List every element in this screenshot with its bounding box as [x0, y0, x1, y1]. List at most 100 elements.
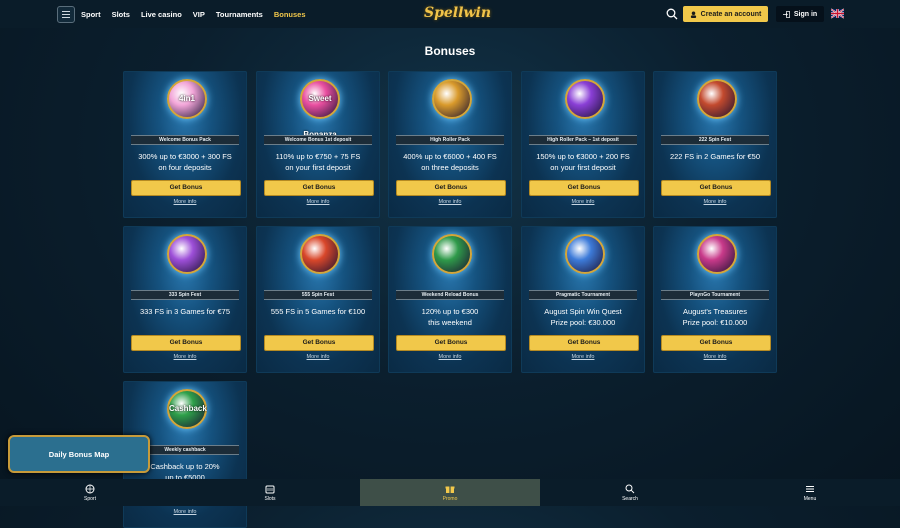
bonus-description: 120% up to €300 this weekend — [392, 306, 508, 328]
more-info-link[interactable]: More info — [256, 199, 380, 205]
bonus-description-line: this weekend — [428, 318, 472, 327]
bonus-orb-icon: Cashback — [167, 389, 207, 429]
sign-in-button[interactable]: Sign in — [776, 6, 824, 22]
get-bonus-button[interactable]: Get Bonus — [131, 180, 241, 196]
main-nav: Sport Slots Live casino VIP Tournaments … — [81, 0, 306, 28]
daily-bonus-map-button[interactable]: Daily Bonus Map — [8, 435, 150, 473]
bonus-orb-icon — [565, 79, 605, 119]
bonus-description: 400% up to €6000 + 400 FS on three deposi… — [392, 151, 508, 173]
bonus-tag: PlaynGo Tournament — [661, 290, 769, 300]
create-account-label: Create an account — [700, 10, 762, 18]
bonus-orb-icon — [167, 234, 207, 274]
more-info-link[interactable]: More info — [256, 354, 380, 360]
bonus-orb-icon — [697, 79, 737, 119]
bonus-description-line: 400% up to €6000 + 400 FS — [403, 152, 497, 161]
get-bonus-button[interactable]: Get Bonus — [529, 180, 639, 196]
search-icon — [625, 484, 635, 493]
bottom-nav-slots[interactable]: Slots — [180, 479, 360, 506]
get-bonus-button[interactable]: Get Bonus — [661, 180, 771, 196]
more-info-link[interactable]: More info — [123, 354, 247, 360]
orb-label — [434, 81, 470, 117]
bonus-card[interactable]: High Roller Pack 400% up to €6000 + 400 F… — [388, 71, 512, 218]
bonus-description-line: 555 FS in 5 Games for €100 — [270, 307, 366, 316]
bonus-description-line: 300% up to €3000 + 300 FS — [138, 152, 232, 161]
bonus-description: 110% up to €750 + 75 FS on your first dep… — [260, 151, 376, 173]
get-bonus-button[interactable]: Get Bonus — [264, 335, 374, 351]
bonus-tag: High Roller Pack – 1st deposit — [529, 135, 637, 145]
bottom-nav-label: Menu — [803, 495, 817, 502]
bonus-tag: Pragmatic Tournament — [529, 290, 637, 300]
bottom-nav-label: Slots — [264, 495, 276, 502]
bonus-description: 222 FS in 2 Games for €50 — [657, 151, 773, 162]
more-info-link[interactable]: More info — [653, 354, 777, 360]
bonus-card[interactable]: 333 Spin Fest 333 FS in 3 Games for €75 Ge… — [123, 226, 247, 373]
get-bonus-button[interactable]: Get Bonus — [396, 335, 506, 351]
bottom-nav-label: Sport — [84, 495, 96, 502]
bonus-card[interactable]: 222 Spin Fest 222 FS in 2 Games for €50 Ge… — [653, 71, 777, 218]
bonus-card[interactable]: Weekend Reload Bonus 120% up to €300 this … — [388, 226, 512, 373]
bonus-orb-icon: 4in1 — [167, 79, 207, 119]
nav-item-vip[interactable]: VIP — [193, 10, 205, 19]
bonus-description: 150% up to €3000 + 200 FS on your first d… — [525, 151, 641, 173]
more-info-link[interactable]: More info — [123, 509, 247, 515]
more-info-link[interactable]: More info — [521, 199, 645, 205]
bottom-nav-menu[interactable]: Menu — [720, 479, 900, 506]
orb-label: Sweet Bonanza — [303, 94, 336, 139]
orb-label: 4in1 — [178, 94, 195, 103]
orb-label — [567, 81, 603, 117]
bonus-description-line: on four deposits — [158, 163, 212, 172]
bonus-description: August Spin Win Quest Prize pool: €30.000 — [525, 306, 641, 328]
slot-machine-icon — [265, 485, 275, 493]
bottom-nav-sport[interactable]: Sport — [0, 479, 180, 506]
bonus-description-line: 120% up to €300 — [421, 307, 479, 316]
bonus-card[interactable]: 555 Spin Fest 555 FS in 5 Games for €100 G… — [256, 226, 380, 373]
bonus-card[interactable]: 4in1 Welcome Bonus Pack 300% up to €3000 +… — [123, 71, 247, 218]
more-info-link[interactable]: More info — [653, 199, 777, 205]
bonus-description-line: 150% up to €3000 + 200 FS — [536, 152, 630, 161]
bonus-description-line: Prize pool: €10.000 — [682, 318, 748, 327]
nav-item-sport[interactable]: Sport — [81, 10, 101, 19]
nav-item-live-casino[interactable]: Live casino — [141, 10, 182, 19]
bottom-nav-search[interactable]: Search — [540, 479, 720, 506]
nav-item-slots[interactable]: Slots — [112, 10, 130, 19]
orb-label: Cashback — [169, 404, 207, 413]
bottom-nav-promo[interactable]: Promo — [360, 479, 540, 506]
top-bar: Sport Slots Live casino VIP Tournaments … — [0, 0, 900, 28]
more-info-link[interactable]: More info — [388, 199, 512, 205]
bonus-card[interactable]: Pragmatic Tournament August Spin Win Ques… — [521, 226, 645, 373]
get-bonus-button[interactable]: Get Bonus — [661, 335, 771, 351]
get-bonus-button[interactable]: Get Bonus — [131, 335, 241, 351]
login-icon — [782, 10, 790, 18]
bonus-tag: High Roller Pack — [396, 135, 504, 145]
logo[interactable]: Spellwin — [424, 2, 491, 24]
bonus-description-line: Prize pool: €30.000 — [550, 318, 616, 327]
more-info-link[interactable]: More info — [388, 354, 512, 360]
bottom-nav-label: Search — [622, 495, 638, 502]
get-bonus-button[interactable]: Get Bonus — [529, 335, 639, 351]
nav-item-bonuses[interactable]: Bonuses — [274, 10, 306, 19]
orb-label — [699, 236, 735, 272]
bonus-description: 300% up to €3000 + 300 FS on four deposit… — [127, 151, 243, 173]
bonus-description-line: 222 FS in 2 Games for €50 — [669, 152, 761, 161]
nav-item-tournaments[interactable]: Tournaments — [216, 10, 263, 19]
menu-toggle-button[interactable] — [57, 6, 75, 23]
orb-label — [169, 236, 205, 272]
bonus-card[interactable]: PlaynGo Tournament August's Treasures Priz… — [653, 226, 777, 373]
bonus-description-line: on your first deposit — [285, 163, 351, 172]
get-bonus-button[interactable]: Get Bonus — [396, 180, 506, 196]
bonus-orb-icon — [565, 234, 605, 274]
orb-label — [567, 236, 603, 272]
bonus-description: August's Treasures Prize pool: €10.000 — [657, 306, 773, 328]
bonus-card[interactable]: High Roller Pack – 1st deposit 150% up to… — [521, 71, 645, 218]
more-info-link[interactable]: More info — [521, 354, 645, 360]
uk-flag-icon[interactable] — [831, 8, 844, 19]
search-icon[interactable] — [666, 8, 678, 20]
get-bonus-button[interactable]: Get Bonus — [264, 180, 374, 196]
more-info-link[interactable]: More info — [123, 199, 247, 205]
bonus-card[interactable]: Sweet BonanzaWelcome Bonus 1st deposit 11… — [256, 71, 380, 218]
page-title: Bonuses — [424, 44, 476, 58]
orb-label — [302, 236, 338, 272]
bonus-tag: 333 Spin Fest — [131, 290, 239, 300]
create-account-button[interactable]: Create an account — [683, 6, 768, 22]
bonus-description-line: on your first deposit — [550, 163, 616, 172]
